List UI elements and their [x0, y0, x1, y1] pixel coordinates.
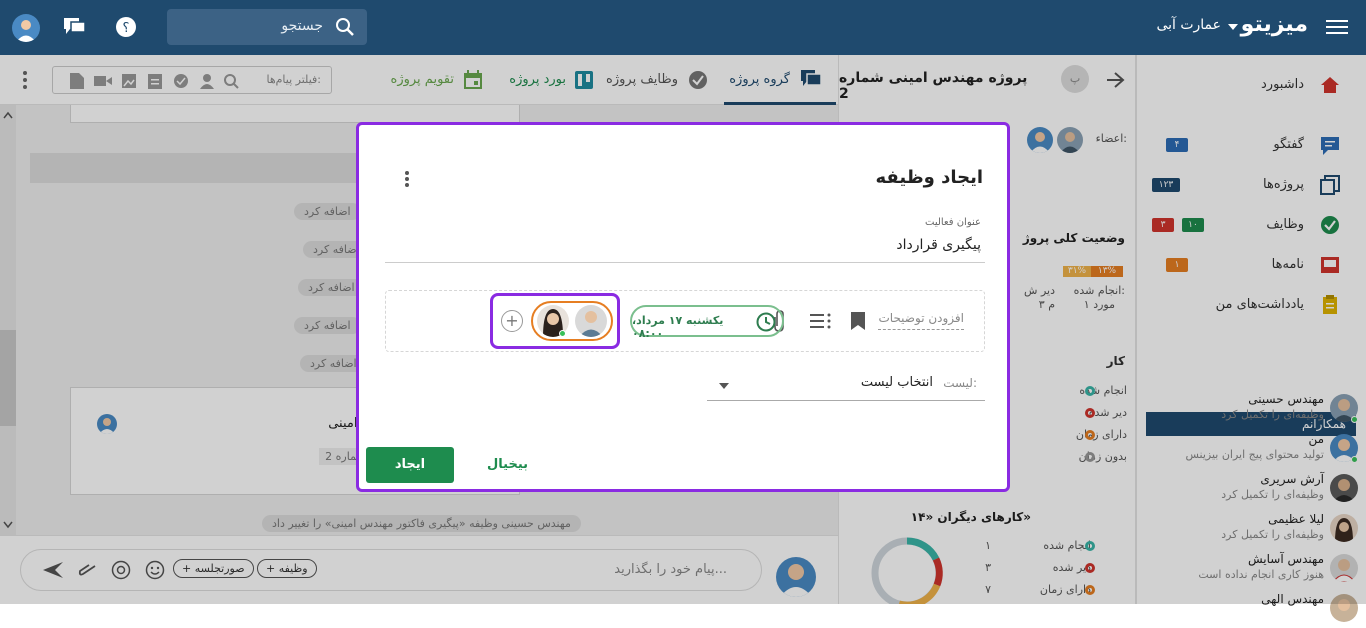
assignee-avatar[interactable] — [575, 305, 607, 337]
list-label: لیست: — [943, 376, 977, 390]
activity-title-label: عنوان فعالیت — [925, 217, 981, 228]
clock-icon — [756, 312, 776, 332]
create-button[interactable]: ایجاد — [366, 447, 454, 483]
assignees-group: + — [490, 293, 620, 349]
bookmark-icon[interactable] — [850, 311, 866, 331]
due-date-button[interactable]: یکشنبه ۱۷ مرداد، ۰۸:۰۰ — [630, 305, 784, 340]
chevron-down-icon[interactable] — [1228, 24, 1238, 30]
add-description-input[interactable]: افزودن توضیحات — [878, 311, 964, 330]
svg-text:؟: ؟ — [123, 21, 130, 36]
hamburger-menu-icon[interactable] — [1326, 16, 1348, 36]
due-date-text: یکشنبه ۱۷ مرداد، ۰۸:۰۰ — [632, 314, 724, 340]
brand-logo: میزیتو — [1240, 12, 1308, 37]
org-selector[interactable]: عمارت آبی — [1156, 17, 1221, 33]
help-icon[interactable]: ؟ — [115, 16, 137, 38]
list-select[interactable]: انتخاب لیست — [861, 375, 933, 390]
modal-title: ایجاد وظیفه — [875, 167, 983, 188]
list-underline — [707, 400, 985, 401]
top-bar: میزیتو عمارت آبی جستجو ؟ — [0, 0, 1366, 55]
add-assignee-button[interactable]: + — [501, 310, 523, 332]
activity-title-input[interactable]: پیگیری قرارداد — [896, 237, 981, 253]
input-underline — [385, 262, 985, 263]
online-indicator — [559, 330, 566, 337]
cancel-button[interactable]: بیخیال — [487, 457, 528, 472]
chevron-down-icon[interactable] — [719, 383, 729, 389]
search-placeholder: جستجو — [281, 18, 323, 34]
messages-icon[interactable] — [63, 16, 87, 38]
create-task-modal: ایجاد وظیفه عنوان فعالیت پیگیری قرارداد … — [356, 122, 1010, 492]
checklist-icon[interactable] — [810, 312, 832, 330]
more-options-icon[interactable] — [405, 171, 409, 187]
user-avatar[interactable] — [12, 14, 40, 42]
task-options-bar: افزودن توضیحات یکشنبه ۱۷ مرداد، ۰۸:۰۰ + — [385, 290, 985, 352]
assignees-selected[interactable] — [531, 301, 613, 341]
search-icon — [336, 18, 354, 36]
search-input[interactable]: جستجو — [167, 9, 367, 45]
